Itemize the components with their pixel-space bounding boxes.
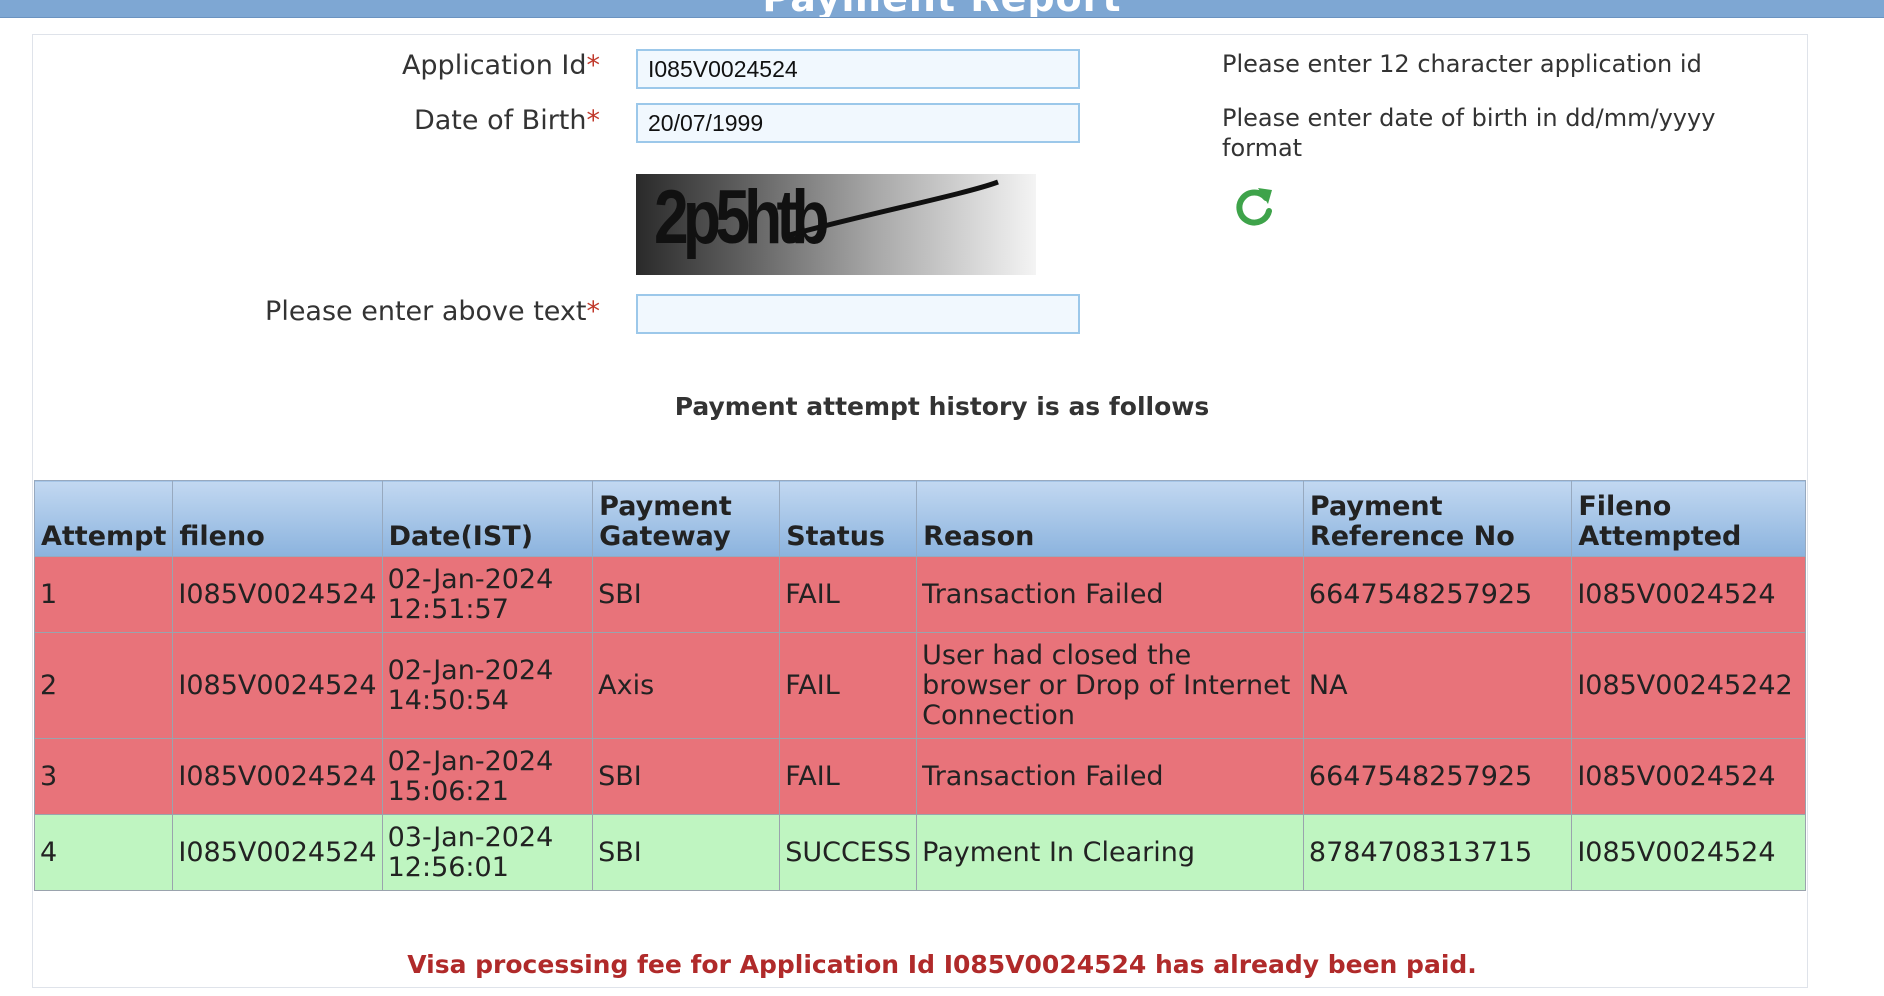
date-cell: 02-Jan-2024 14:50:54: [381, 632, 594, 739]
application-id-label: Application Id*: [40, 50, 600, 81]
application-id-input[interactable]: I085V0024524: [636, 49, 1080, 89]
captcha-image: 2p5htb: [636, 174, 1036, 275]
reason-cell: Transaction Failed: [916, 738, 1304, 815]
fileno-attempted-cell: I085V00245242: [1571, 632, 1806, 739]
gateway-cell: SBI: [592, 738, 781, 815]
status-cell: FAIL: [779, 632, 918, 739]
table-row: 1 I085V0024524 02-Jan-2024 12:51:57 SBI …: [33, 556, 1806, 633]
reason-cell: User had closed the browser or Drop of I…: [916, 632, 1304, 739]
attempt-cell: 3: [33, 738, 174, 815]
status-cell: FAIL: [779, 556, 918, 633]
required-marker: *: [586, 50, 601, 81]
date-cell: 02-Jan-2024 15:06:21: [381, 738, 594, 815]
reason-cell: Payment In Clearing: [916, 814, 1304, 891]
page-title: Payment Report: [0, 0, 1884, 17]
table-row: 4 I085V0024524 03-Jan-2024 12:56:01 SBI …: [33, 814, 1806, 891]
fileno-cell: I085V0024524: [172, 814, 383, 891]
fileno-attempted-cell: I085V0024524: [1571, 814, 1806, 891]
reference-cell: 6647548257925: [1302, 556, 1573, 633]
captcha-input-label-text: Please enter above text: [265, 296, 587, 327]
gateway-cell: Axis: [592, 632, 781, 739]
already-paid-message: Visa processing fee for Application Id I…: [407, 950, 1477, 979]
application-id-label-text: Application Id: [401, 50, 587, 81]
reason-cell: Transaction Failed: [916, 556, 1304, 633]
column-header: Attempt: [33, 480, 174, 557]
captcha-input-label: Please enter above text*: [40, 296, 600, 327]
fileno-cell: I085V0024524: [172, 738, 383, 815]
status-cell: SUCCESS: [779, 814, 918, 891]
table-row: 3 I085V0024524 02-Jan-2024 15:06:21 SBI …: [33, 738, 1806, 815]
gateway-cell: SBI: [592, 814, 781, 891]
attempt-cell: 1: [33, 556, 174, 633]
dob-input[interactable]: 20/07/1999: [636, 103, 1080, 143]
attempt-cell: 2: [33, 632, 174, 739]
page-header-bar: Payment Report: [0, 0, 1884, 18]
reference-cell: 6647548257925: [1302, 738, 1573, 815]
dob-label-text: Date of Birth: [413, 105, 587, 136]
status-cell: FAIL: [779, 738, 918, 815]
fileno-attempted-cell: I085V0024524: [1571, 738, 1806, 815]
column-header: Payment Reference No: [1302, 480, 1573, 557]
reference-cell: NA: [1302, 632, 1573, 739]
fileno-cell: I085V0024524: [172, 556, 383, 633]
date-cell: 02-Jan-2024 12:51:57: [381, 556, 594, 633]
history-title: Payment attempt history is as follows: [674, 392, 1210, 421]
date-cell: 03-Jan-2024 12:56:01: [381, 814, 594, 891]
column-header: Fileno Attempted: [1571, 480, 1806, 557]
fileno-cell: I085V0024524: [172, 632, 383, 739]
table-header-row: Attempt fileno Date(IST) Payment Gateway…: [33, 480, 1806, 557]
captcha-noise-line: [785, 179, 999, 239]
refresh-icon[interactable]: [1232, 184, 1276, 230]
gateway-cell: SBI: [592, 556, 781, 633]
captcha-input[interactable]: [636, 294, 1080, 334]
column-header: Status: [779, 480, 918, 557]
reference-cell: 8784708313715: [1302, 814, 1573, 891]
column-header: fileno: [172, 480, 383, 557]
application-id-hint: Please enter 12 character application id: [1222, 50, 1702, 78]
table-row: 2 I085V0024524 02-Jan-2024 14:50:54 Axis…: [33, 632, 1806, 739]
dob-label: Date of Birth*: [40, 105, 600, 136]
required-marker: *: [586, 296, 601, 327]
attempt-cell: 4: [33, 814, 174, 891]
required-marker: *: [586, 105, 601, 136]
fileno-attempted-cell: I085V0024524: [1571, 556, 1806, 633]
column-header: Date(IST): [381, 480, 594, 557]
column-header: Payment Gateway: [592, 480, 781, 557]
column-header: Reason: [916, 480, 1304, 557]
dob-hint: Please enter date of birth in dd/mm/yyyy…: [1222, 104, 1716, 162]
payment-history-table: Attempt fileno Date(IST) Payment Gateway…: [33, 480, 1806, 891]
